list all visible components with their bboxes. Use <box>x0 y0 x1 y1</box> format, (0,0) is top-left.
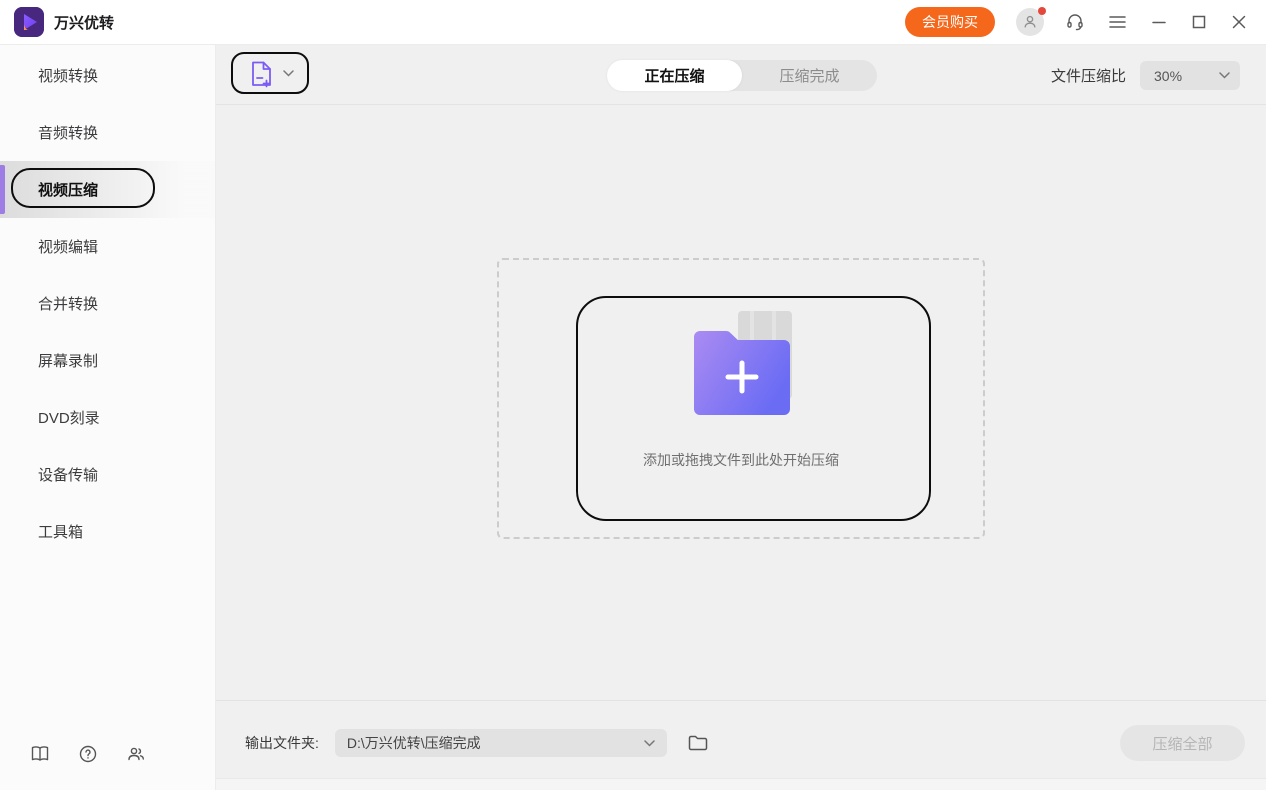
sidebar-item-label: 视频压缩 <box>38 179 98 200</box>
output-folder-label: 输出文件夹: <box>245 733 319 753</box>
main-panel: 正在压缩 压缩完成 文件压缩比 30% <box>216 45 1266 790</box>
sidebar-item-video-edit[interactable]: 视频编辑 <box>0 218 215 275</box>
add-file-icon <box>249 60 275 88</box>
bottom-bar: 输出文件夹: D:\万兴优转\压缩完成 压缩全部 <box>216 700 1266 778</box>
community-icon[interactable] <box>126 744 146 764</box>
sidebar-item-label: 视频转换 <box>38 65 98 86</box>
output-folder-select[interactable]: D:\万兴优转\压缩完成 <box>335 729 667 757</box>
toolbar: 正在压缩 压缩完成 文件压缩比 30% <box>216 45 1266 105</box>
sidebar-item-label: 设备传输 <box>38 464 98 485</box>
output-folder-row: 输出文件夹: D:\万兴优转\压缩完成 <box>245 729 709 757</box>
chevron-down-icon <box>1219 72 1230 79</box>
tab-completed[interactable]: 压缩完成 <box>742 60 877 91</box>
window-bottom-strip <box>216 778 1266 790</box>
sidebar-item-screen-record[interactable]: 屏幕录制 <box>0 332 215 389</box>
menu-icon[interactable] <box>1106 11 1128 33</box>
help-icon[interactable] <box>78 744 98 764</box>
browse-folder-icon[interactable] <box>687 732 709 754</box>
drop-area[interactable]: 添加或拖拽文件到此处开始压缩 <box>497 258 985 539</box>
app-logo-icon <box>14 7 44 37</box>
compression-ratio-dropdown[interactable]: 30% <box>1140 61 1240 90</box>
drop-hint-text: 添加或拖拽文件到此处开始压缩 <box>643 450 839 470</box>
notification-dot <box>1038 7 1046 15</box>
active-indicator-bar <box>0 165 5 214</box>
sidebar-item-label: 合并转换 <box>38 293 98 314</box>
sidebar-item-label: 视频编辑 <box>38 236 98 257</box>
compression-ratio-label: 文件压缩比 <box>1051 65 1126 86</box>
sidebar-item-merge-convert[interactable]: 合并转换 <box>0 275 215 332</box>
sidebar-item-video-compress[interactable]: 视频压缩 <box>0 161 215 218</box>
sidebar-item-audio-convert[interactable]: 音频转换 <box>0 104 215 161</box>
sidebar-item-label: 音频转换 <box>38 122 98 143</box>
sidebar-nav: 视频转换 音频转换 视频压缩 视频编辑 合并转换 屏幕录制 DVD刻录 设备传输… <box>0 45 215 560</box>
chevron-down-icon <box>283 70 294 77</box>
sidebar-item-toolbox[interactable]: 工具箱 <box>0 503 215 560</box>
output-folder-path: D:\万兴优转\压缩完成 <box>347 733 481 753</box>
minimize-button[interactable] <box>1150 13 1168 31</box>
tab-group: 正在压缩 压缩完成 <box>607 60 877 91</box>
sidebar: 视频转换 音频转换 视频压缩 视频编辑 合并转换 屏幕录制 DVD刻录 设备传输… <box>0 45 216 790</box>
compress-all-button[interactable]: 压缩全部 <box>1120 725 1245 761</box>
sidebar-item-dvd-burn[interactable]: DVD刻录 <box>0 389 215 446</box>
sidebar-item-label: DVD刻录 <box>38 407 100 428</box>
sidebar-item-video-convert[interactable]: 视频转换 <box>0 47 215 104</box>
add-file-button[interactable] <box>233 53 309 94</box>
titlebar: 万兴优转 会员购买 <box>0 0 1266 45</box>
guide-book-icon[interactable] <box>30 744 50 764</box>
sidebar-item-label: 工具箱 <box>38 521 83 542</box>
app-title: 万兴优转 <box>54 12 114 33</box>
sidebar-footer <box>30 744 146 764</box>
close-button[interactable] <box>1230 13 1248 31</box>
chevron-down-icon <box>644 740 655 747</box>
membership-button[interactable]: 会员购买 <box>905 7 995 37</box>
sidebar-item-device-transfer[interactable]: 设备传输 <box>0 446 215 503</box>
sidebar-item-label: 屏幕录制 <box>38 350 98 371</box>
tab-compressing[interactable]: 正在压缩 <box>607 60 742 91</box>
account-avatar[interactable] <box>1016 8 1044 36</box>
compression-ratio-value: 30% <box>1154 68 1182 84</box>
app-window: 万兴优转 会员购买 <box>0 0 1266 790</box>
titlebar-actions: 会员购买 <box>905 7 1266 37</box>
support-headset-icon[interactable] <box>1064 11 1086 33</box>
maximize-button[interactable] <box>1190 13 1208 31</box>
folder-plus-icon <box>666 307 816 424</box>
compression-ratio-control: 文件压缩比 30% <box>1051 61 1240 90</box>
